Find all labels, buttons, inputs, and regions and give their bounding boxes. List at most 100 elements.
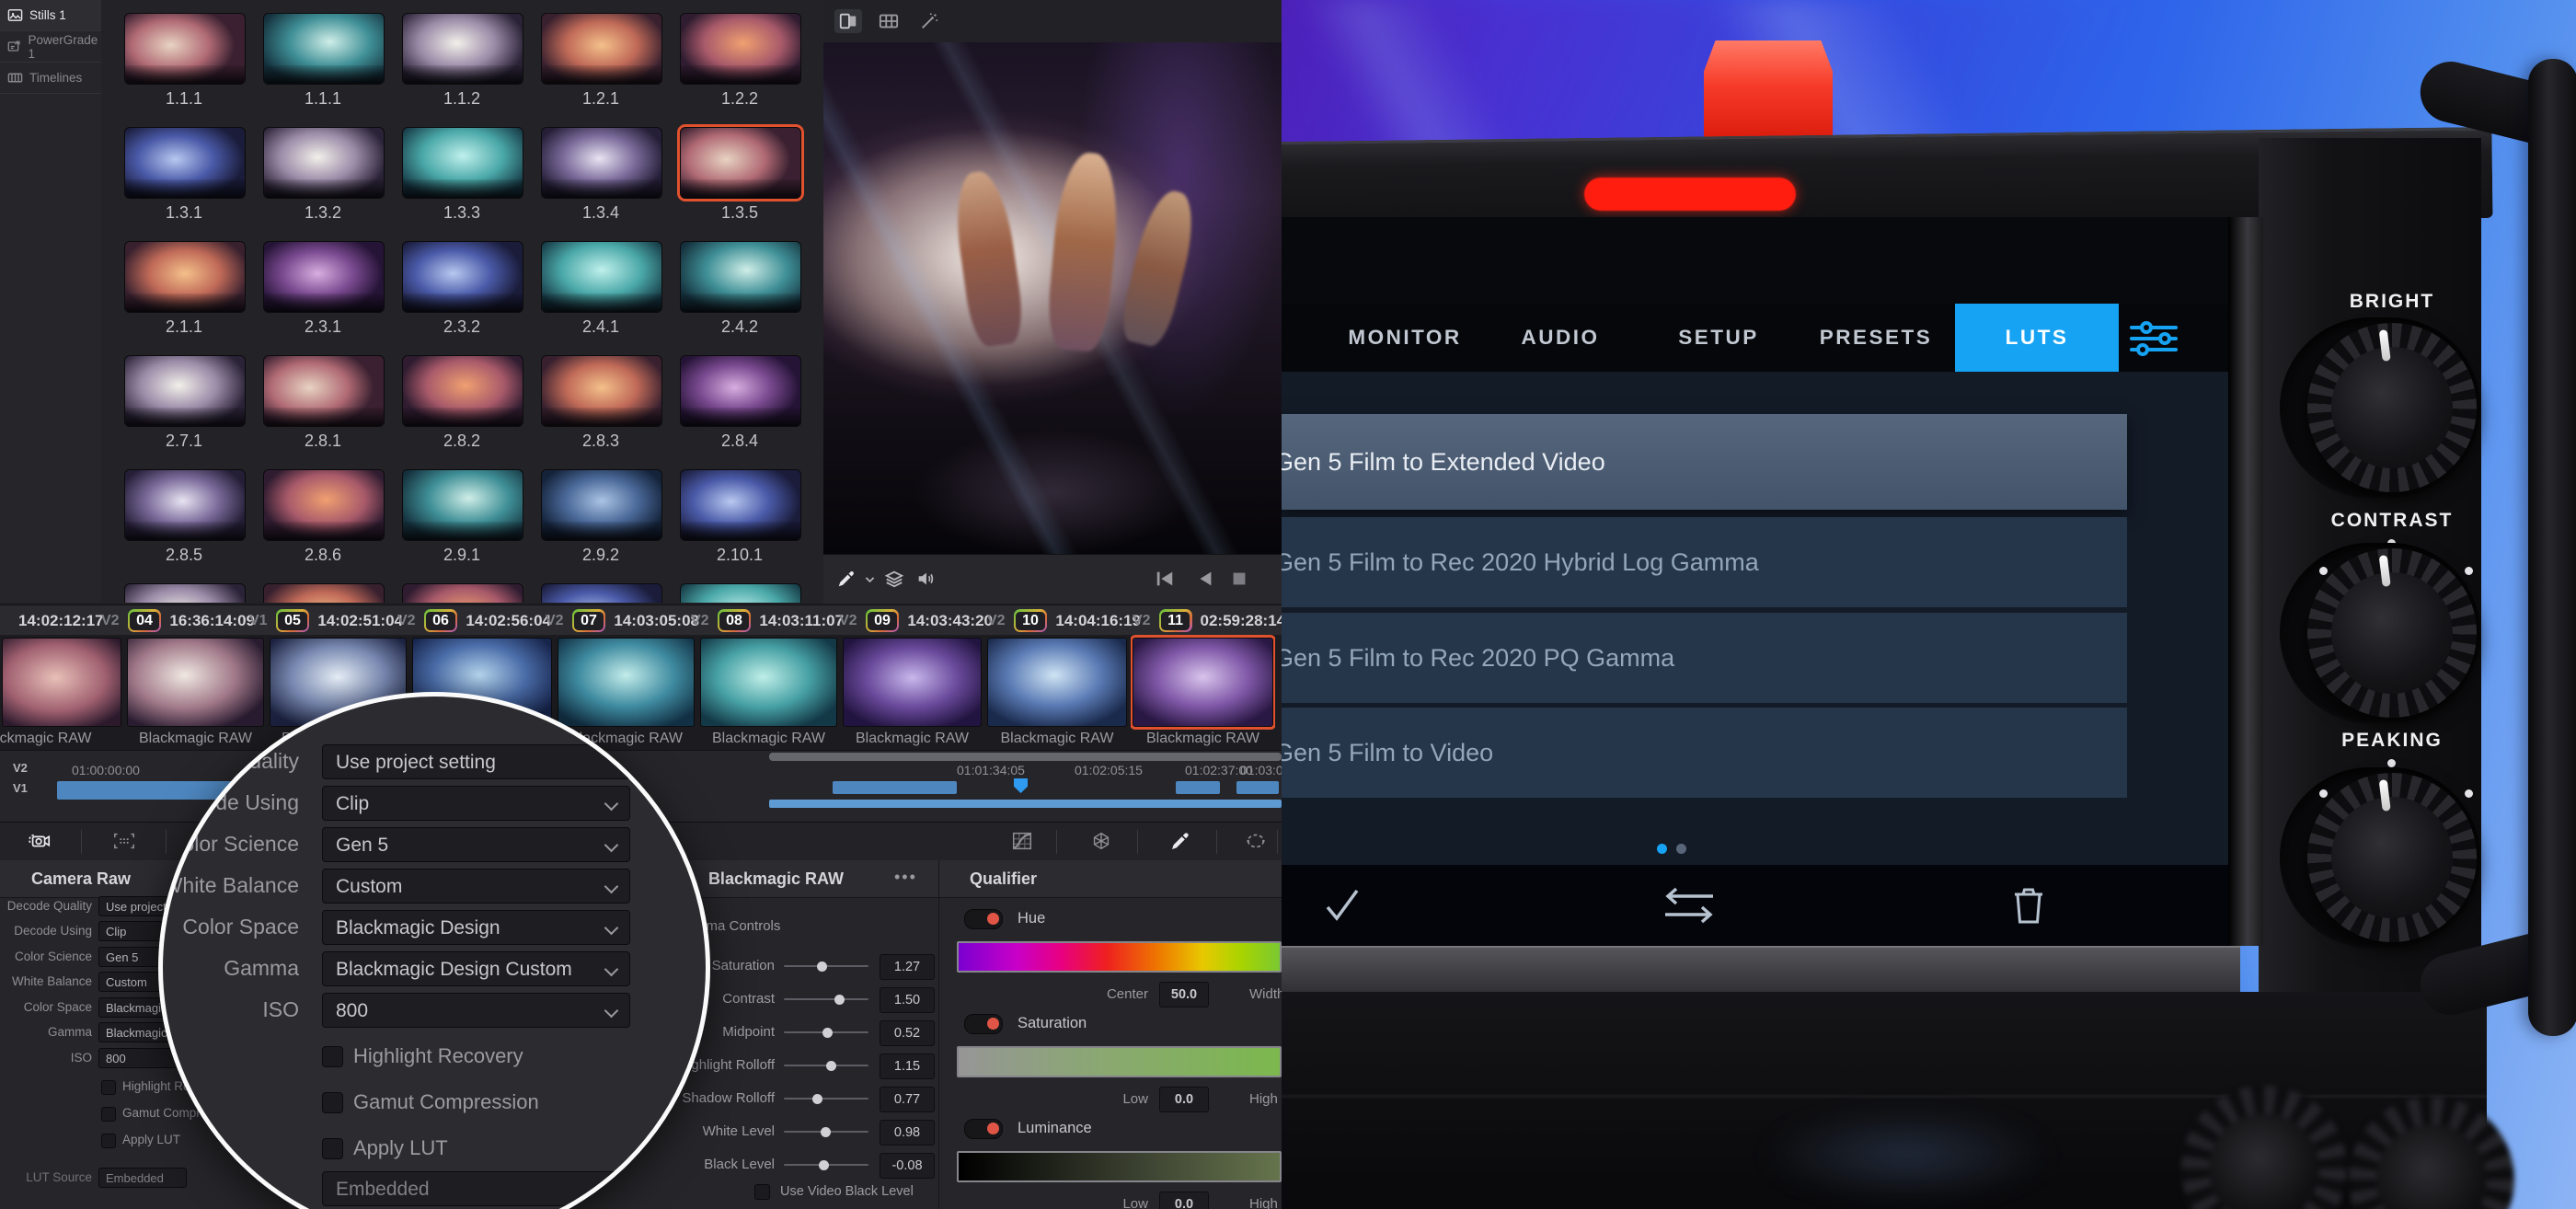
gallery-still-1-3-1[interactable]: 1.3.1 [124, 127, 244, 223]
magic-wand-button[interactable] [915, 9, 943, 33]
contrast-knob[interactable] [2307, 548, 2477, 718]
gallery-still-partial[interactable] [263, 583, 383, 603]
sidebar-item-powergrade-1[interactable]: PowerGrade 1 [0, 31, 101, 63]
saturation-value[interactable]: 1.27 [880, 954, 935, 980]
slider-knob[interactable] [826, 1061, 836, 1071]
black-level-value[interactable]: -0.08 [880, 1153, 935, 1179]
midpoint-value[interactable]: 0.52 [880, 1020, 935, 1046]
window-palette-button[interactable] [1244, 830, 1270, 854]
gallery-still-2-10-1[interactable]: 2.10.1 [680, 469, 799, 565]
magnified-gamut-compression-checkbox[interactable] [322, 1092, 343, 1113]
trash-button[interactable] [2010, 883, 2047, 932]
magnified-highlight-recovery-checkbox[interactable] [322, 1046, 343, 1067]
gallery-still-2-8-1[interactable]: 2.8.1 [263, 355, 383, 451]
tab-audio[interactable]: AUDIO [1487, 304, 1634, 372]
gallery-still-2-8-2[interactable]: 2.8.2 [402, 355, 522, 451]
layers-button[interactable] [884, 569, 904, 593]
timeline-clip-9[interactable]: Blackmagic RAW [1131, 635, 1275, 750]
tab-monitor[interactable]: MONITOR [1331, 304, 1478, 372]
hue-toggle[interactable] [964, 909, 1003, 929]
gallery-still-2-3-2[interactable]: 2.3.2 [402, 241, 522, 337]
highlight-rolloff-value[interactable]: 1.15 [880, 1054, 935, 1079]
gallery-still-partial[interactable] [541, 583, 661, 603]
pagination-dot-2[interactable] [1676, 844, 1686, 854]
gallery-still-1-1-1[interactable]: 1.1.1 [124, 13, 244, 109]
saturation-toggle[interactable] [964, 1014, 1003, 1034]
magnified-apply-lut-checkbox[interactable] [322, 1138, 343, 1159]
qualifier-center-value[interactable]: 50.0 [1159, 982, 1209, 1008]
stop-button[interactable] [1229, 569, 1249, 593]
qualifier-low-value[interactable]: 0.0 [1159, 1192, 1209, 1209]
gallery-still-1-3-2[interactable]: 1.3.2 [263, 127, 383, 223]
magnified-gamma-dropdown[interactable]: Blackmagic Design Custom [322, 951, 630, 986]
shadow-rolloff-value[interactable]: 0.77 [880, 1087, 935, 1112]
white-level-value[interactable]: 0.98 [880, 1120, 935, 1146]
swap-arrows-button[interactable] [1659, 883, 1719, 932]
magnified-color-science-dropdown[interactable]: Gen 5 [322, 827, 630, 862]
slider-knob[interactable] [817, 961, 827, 972]
gallery-still-2-8-5[interactable]: 2.8.5 [124, 469, 244, 565]
dotted-grid-palette-button[interactable] [112, 830, 138, 854]
gallery-still-1-3-3[interactable]: 1.3.3 [402, 127, 522, 223]
eyedropper-palette-button[interactable] [1168, 830, 1194, 854]
timeline-clip-8[interactable]: Blackmagic RAW [985, 635, 1129, 750]
magnified-decode-using-dropdown[interactable]: Clip [322, 786, 630, 821]
gallery-still-1-2-1[interactable]: 1.2.1 [541, 13, 661, 109]
grid-view-button[interactable] [875, 9, 903, 33]
pagination-dot-1[interactable] [1657, 844, 1667, 854]
slider-knob[interactable] [812, 1094, 822, 1104]
lut-item-gen-5-film-to-rec-2020-pq-gamma[interactable]: Gen 5 Film to Rec 2020 PQ Gamma [1282, 613, 2127, 703]
gallery-still-2-7-1[interactable]: 2.7.1 [124, 355, 244, 451]
sidebar-item-stills-1[interactable]: Stills 1 [0, 0, 101, 31]
gallery-still-2-8-3[interactable]: 2.8.3 [541, 355, 661, 451]
gallery-still-2-9-1[interactable]: 2.9.1 [402, 469, 522, 565]
gallery-still-partial[interactable] [402, 583, 522, 603]
tab-luts[interactable]: LUTS [1955, 304, 2119, 372]
magnified-white-balance-dropdown[interactable]: Custom [322, 869, 630, 904]
gallery-still-1-2-2[interactable]: 1.2.2 [680, 13, 799, 109]
gallery-still-2-4-2[interactable]: 2.4.2 [680, 241, 799, 337]
gallery-still-2-8-4[interactable]: 2.8.4 [680, 355, 799, 451]
gallery-still-2-4-1[interactable]: 2.4.1 [541, 241, 661, 337]
slider-knob[interactable] [819, 1160, 829, 1170]
timeline-clip-1[interactable]: Blackmagic RAW [0, 635, 123, 750]
saturation-range-bar[interactable] [957, 1046, 1282, 1077]
tab-settings-button[interactable] [2128, 320, 2179, 357]
album-button[interactable] [834, 9, 862, 33]
gallery-still-1-1-2[interactable]: 1.1.2 [402, 13, 522, 109]
lut-item-gen-5-film-to-rec-2020-hybrid-log-gamma[interactable]: Gen 5 Film to Rec 2020 Hybrid Log Gamma [1282, 517, 2127, 607]
lut-item-gen-5-film-to-video[interactable]: Gen 5 Film to Video [1282, 708, 2127, 798]
play-reverse-button[interactable] [1195, 569, 1215, 593]
gallery-still-1-3-5[interactable]: 1.3.5 [680, 127, 799, 223]
viewer-image[interactable] [823, 42, 1282, 554]
eyedropper-button[interactable] [836, 569, 857, 593]
gallery-still-1-3-4[interactable]: 1.3.4 [541, 127, 661, 223]
tab-presets[interactable]: PRESETS [1802, 304, 1949, 372]
qualifier-low-value[interactable]: 0.0 [1159, 1087, 1209, 1112]
gallery-still-2-3-1[interactable]: 2.3.1 [263, 241, 383, 337]
contrast-slider[interactable] [784, 990, 868, 1008]
use-video-black-level-checkbox[interactable] [754, 1184, 770, 1200]
highlight-rolloff-slider[interactable] [784, 1056, 868, 1075]
midpoint-slider[interactable] [784, 1023, 868, 1042]
saturation-slider[interactable] [784, 957, 868, 975]
luminance-toggle[interactable] [964, 1119, 1003, 1139]
gallery-still-partial[interactable] [124, 583, 244, 603]
contrast-value[interactable]: 1.50 [880, 987, 935, 1013]
peaking-knob[interactable] [2307, 773, 2477, 942]
bright-knob[interactable] [2307, 323, 2477, 492]
magnified-lut-source-dropdown[interactable]: Embedded [322, 1171, 630, 1206]
lut-item-gen-5-film-to-extended-video[interactable]: Gen 5 Film to Extended Video [1282, 414, 2127, 510]
timeline-clip-6[interactable]: Blackmagic RAW [698, 635, 839, 750]
slider-knob[interactable] [821, 1127, 831, 1137]
hue-range-bar[interactable] [957, 941, 1282, 973]
slider-knob[interactable] [834, 995, 845, 1005]
timeline-zoom-scrollbar[interactable] [769, 753, 1282, 761]
speaker-button[interactable] [915, 569, 936, 593]
gallery-still-2-1-1[interactable]: 2.1.1 [124, 241, 244, 337]
gallery-still-partial[interactable] [680, 583, 799, 603]
magnified-decode-quality-dropdown[interactable]: Use project setting [322, 744, 630, 779]
magnified-iso-dropdown[interactable]: 800 [322, 993, 630, 1028]
timeline-clip-7[interactable]: Blackmagic RAW [841, 635, 983, 750]
sidebar-item-timelines[interactable]: Timelines [0, 63, 101, 94]
